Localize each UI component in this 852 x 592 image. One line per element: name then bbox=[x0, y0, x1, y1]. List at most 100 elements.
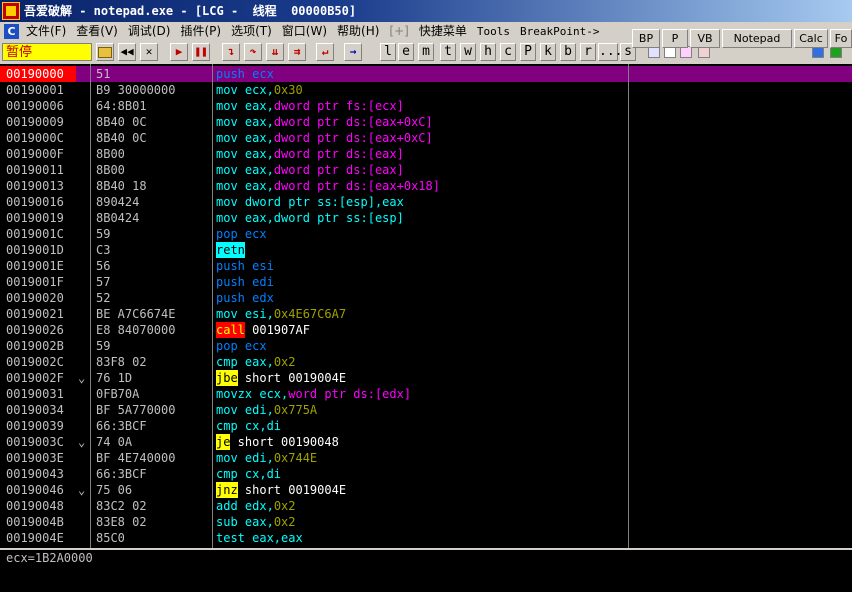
disasm-row[interactable]: 00190021 BE A7C6674E mov esi,0x4E67C6A7 bbox=[0, 306, 852, 322]
menu-item[interactable]: 调试(D) bbox=[128, 22, 171, 41]
mnemonic: mov bbox=[216, 131, 238, 145]
hex-bytes: 8B40 0C bbox=[96, 131, 147, 145]
disasm-row[interactable]: 00190046 ⌄ 75 06 jnz short 0019004E bbox=[0, 482, 852, 498]
operand: edi, bbox=[237, 403, 274, 417]
menu-item[interactable]: 选项(T) bbox=[231, 22, 272, 41]
menu-item[interactable]: 文件(F) bbox=[26, 22, 66, 41]
instruction: jnz short 0019004E bbox=[216, 482, 346, 498]
toolbar-letter-button[interactable]: w bbox=[460, 43, 476, 61]
disasm-row[interactable]: 00190031 0FB70A movzx ecx,word ptr ds:[edx… bbox=[0, 386, 852, 402]
run-icon[interactable]: ▶ bbox=[170, 43, 188, 61]
address: 00190009 bbox=[6, 115, 64, 129]
toolbar-letter-button[interactable]: h bbox=[480, 43, 496, 61]
disasm-row[interactable]: 00190009 8B40 0C mov eax,dword ptr ds:[eax… bbox=[0, 114, 852, 130]
operand: dword ptr ds:[eax] bbox=[273, 163, 404, 177]
hex-bytes: 83F8 02 bbox=[96, 355, 147, 369]
toolbar-letter-button[interactable]: e bbox=[398, 43, 414, 61]
column-divider[interactable] bbox=[628, 64, 629, 548]
menu-item[interactable]: BreakPoint-> bbox=[520, 22, 599, 41]
toolbar-letter-button[interactable]: c bbox=[500, 43, 516, 61]
operand: short 0019004E bbox=[237, 371, 347, 385]
disasm-row[interactable]: 00190013 8B40 18 mov eax,dword ptr ds:[eax… bbox=[0, 178, 852, 194]
close-icon[interactable]: ✕ bbox=[140, 43, 158, 61]
mnemonic: pop bbox=[216, 227, 238, 241]
disassembly-panel[interactable]: 00190000 51 push ecx 00190001 B9 30000000 mov… bbox=[0, 64, 852, 548]
disasm-row[interactable]: 0019002B 59 pop ecx bbox=[0, 338, 852, 354]
disasm-row[interactable]: 0019001C 59 pop ecx bbox=[0, 226, 852, 242]
column-divider[interactable] bbox=[90, 64, 91, 548]
toolbar-letter-button[interactable]: l bbox=[380, 43, 396, 61]
menu-item[interactable]: [+] bbox=[389, 22, 408, 41]
toolbar-letter-button[interactable]: r bbox=[580, 43, 596, 61]
info-text: ecx=1B2A0000 bbox=[6, 551, 93, 565]
disasm-row[interactable]: 00190026 E8 84070000 call 001907AF bbox=[0, 322, 852, 338]
execute-till-return-icon[interactable]: ↵ bbox=[316, 43, 334, 61]
disasm-row[interactable]: 00190034 BF 5A770000 mov edi,0x775A bbox=[0, 402, 852, 418]
menu-item[interactable]: 快捷菜单 bbox=[419, 22, 467, 41]
goto-icon[interactable]: → bbox=[344, 43, 362, 61]
address: 0019001F bbox=[6, 275, 64, 289]
disasm-row[interactable]: 0019001F 57 push edi bbox=[0, 274, 852, 290]
trace-into-icon[interactable]: ⇊ bbox=[266, 43, 284, 61]
disasm-row[interactable]: 0019000F 8B00 mov eax,dword ptr ds:[eax] bbox=[0, 146, 852, 162]
disasm-row[interactable]: 00190006 64:8B01 mov eax,dword ptr fs:[ecx… bbox=[0, 98, 852, 114]
plugin-button[interactable]: Fo bbox=[830, 29, 852, 48]
menu-item[interactable]: 插件(P) bbox=[180, 22, 221, 41]
disasm-row[interactable]: 00190001 B9 30000000 mov ecx,0x30 bbox=[0, 82, 852, 98]
disasm-row[interactable]: 00190016 890424 mov dword ptr ss:[esp],eax bbox=[0, 194, 852, 210]
toolbar-letter-button[interactable]: k bbox=[540, 43, 556, 61]
menu-item[interactable]: Tools bbox=[477, 22, 510, 41]
toolbar-letter-button[interactable]: ... bbox=[598, 43, 622, 61]
step-over-icon[interactable]: ↷ bbox=[244, 43, 262, 61]
disasm-row[interactable]: 0019001E 56 push esi bbox=[0, 258, 852, 274]
menu-item[interactable]: 查看(V) bbox=[76, 22, 118, 41]
disasm-row[interactable]: 0019004B 83E8 02 sub eax,0x2 bbox=[0, 514, 852, 530]
mnemonic: sub bbox=[216, 515, 238, 529]
title-bar[interactable]: 吾爱破解 - notepad.exe - [LCG - 线程 00000B50] bbox=[0, 0, 852, 22]
mnemonic: retn bbox=[216, 242, 245, 258]
rewind-icon[interactable]: ◀◀ bbox=[118, 43, 136, 61]
disasm-row[interactable]: 0019002C 83F8 02 cmp eax,0x2 bbox=[0, 354, 852, 370]
operand: eax, bbox=[237, 131, 274, 145]
cpu-window-icon[interactable]: C bbox=[4, 24, 19, 39]
disasm-row[interactable]: 0019004E 85C0 test eax,eax bbox=[0, 530, 852, 546]
disasm-row[interactable]: 0019003E BF 4E740000 mov edi,0x744E bbox=[0, 450, 852, 466]
instruction: sub eax,0x2 bbox=[216, 514, 296, 530]
pause-icon[interactable]: ❚❚ bbox=[192, 43, 210, 61]
menu-items: 文件(F) 查看(V) 调试(D) 插件(P) 选项(T) 窗口(W) 帮助(H) [+] 快捷… bbox=[26, 22, 609, 41]
window-title: 吾爱破解 - notepad.exe - [LCG - 线程 00000B50] bbox=[24, 4, 357, 18]
instruction: test eax,eax bbox=[216, 530, 303, 546]
disasm-row[interactable]: 00190043 66:3BCF cmp cx,di bbox=[0, 466, 852, 482]
disasm-row[interactable]: 00190011 8B00 mov eax,dword ptr ds:[eax] bbox=[0, 162, 852, 178]
operand: 0x2 bbox=[273, 355, 296, 369]
toolbar-letter-button[interactable]: P bbox=[520, 43, 536, 61]
address: 00190031 bbox=[6, 387, 64, 401]
address: 00190006 bbox=[6, 99, 64, 113]
toolbar-letter-button[interactable]: m bbox=[418, 43, 434, 61]
disasm-row[interactable]: 0019002F ⌄ 76 1D jbe short 0019004E bbox=[0, 370, 852, 386]
disasm-row[interactable]: 0019001D C3 retn bbox=[0, 242, 852, 258]
menu-item[interactable]: 窗口(W) bbox=[282, 22, 327, 41]
disasm-row[interactable]: 0019003C ⌄ 74 0A je short 00190048 bbox=[0, 434, 852, 450]
step-into-icon[interactable]: ↴ bbox=[222, 43, 240, 61]
disasm-row[interactable]: 0019000C 8B40 0C mov eax,dword ptr ds:[eax… bbox=[0, 130, 852, 146]
address: 00190020 bbox=[6, 291, 64, 305]
disasm-row[interactable]: 00190039 66:3BCF cmp cx,di bbox=[0, 418, 852, 434]
plugin-button[interactable]: P bbox=[662, 29, 688, 48]
toolbar-letter-button[interactable]: b bbox=[560, 43, 576, 61]
toolbar-letter-button[interactable]: t bbox=[440, 43, 456, 61]
disasm-row[interactable]: 00190019 8B0424 mov eax,dword ptr ss:[esp] bbox=[0, 210, 852, 226]
plugin-button[interactable]: BP bbox=[632, 29, 660, 48]
plugin-button[interactable]: Calc bbox=[794, 29, 828, 48]
plugin-button[interactable]: VB bbox=[690, 29, 720, 48]
plugin-button[interactable]: Notepad bbox=[722, 29, 792, 48]
disasm-row[interactable]: 00190048 83C2 02 add edx,0x2 bbox=[0, 498, 852, 514]
hex-bytes: E8 84070000 bbox=[96, 323, 176, 337]
disasm-row[interactable]: 00190000 51 push ecx bbox=[0, 66, 852, 82]
menu-item[interactable]: 帮助(H) bbox=[337, 22, 379, 41]
open-folder-icon[interactable] bbox=[96, 43, 114, 61]
instruction: pop ecx bbox=[216, 338, 267, 354]
disasm-row[interactable]: 00190020 52 push edx bbox=[0, 290, 852, 306]
trace-over-icon[interactable]: ⇉ bbox=[288, 43, 306, 61]
column-divider[interactable] bbox=[212, 64, 213, 548]
